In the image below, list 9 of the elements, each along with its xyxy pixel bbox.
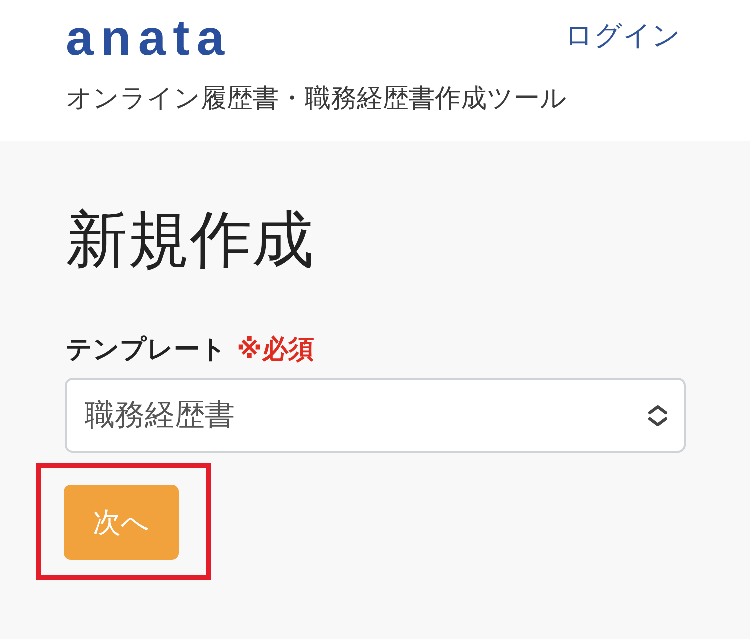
up-down-chevron-icon	[648, 404, 668, 426]
template-select[interactable]: 職務経歴書	[65, 378, 686, 453]
page-title: 新規作成	[66, 209, 315, 271]
login-link[interactable]: ログイン	[565, 22, 681, 50]
tagline: オンライン履歴書・職務経歴書作成ツール	[66, 86, 568, 112]
logo[interactable]: anata	[66, 14, 232, 62]
select-value: 職務経歴書	[85, 400, 235, 430]
required-mark: ※必須	[237, 337, 314, 363]
field-label: テンプレート	[66, 337, 227, 363]
